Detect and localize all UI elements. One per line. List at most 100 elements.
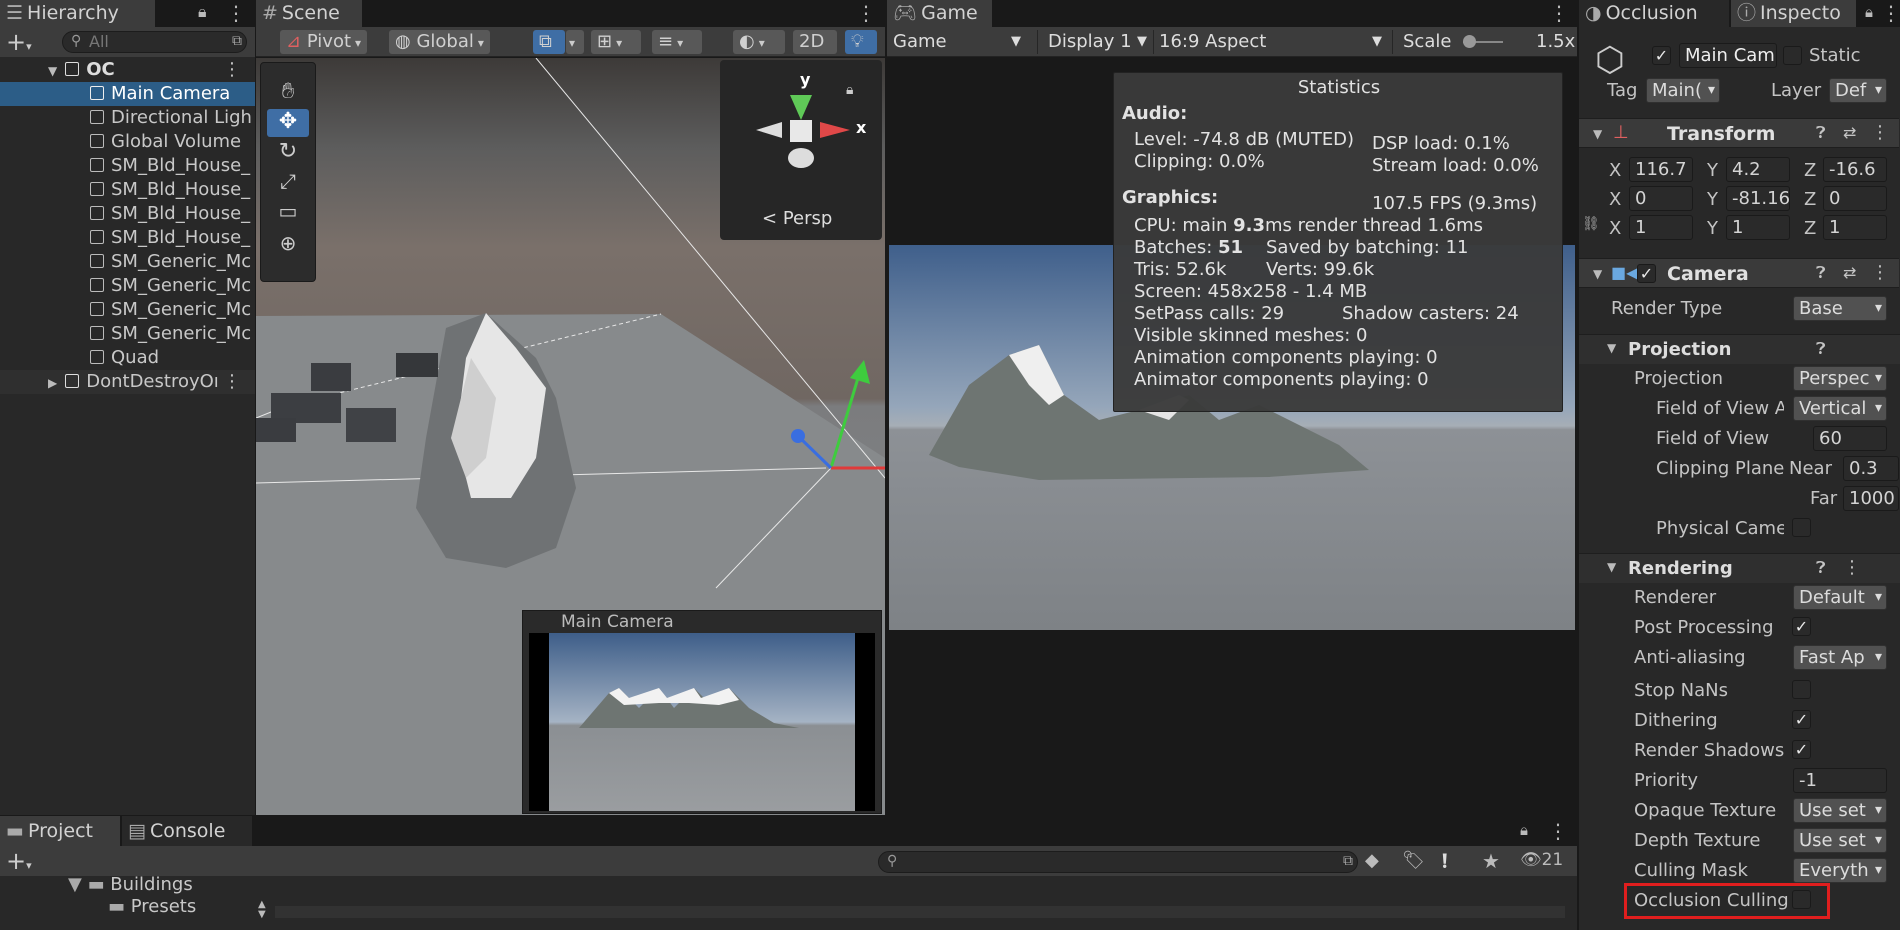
warning-filter-icon[interactable]: ❗︎ (1442, 849, 1447, 873)
shading-dropdown[interactable]: ◐ ▾ (733, 30, 785, 54)
tab-occlusion[interactable]: ◑ Occlusion (1579, 0, 1729, 27)
position-z-field[interactable]: -16.6 (1823, 157, 1887, 182)
collapse-icon[interactable]: ▼ (1607, 560, 1616, 574)
rotation-z-field[interactable]: 0 (1823, 186, 1887, 211)
component-menu-icon[interactable]: ⋮ (1843, 557, 1861, 578)
collapse-icon[interactable]: ▼ (1593, 267, 1602, 281)
aspect-dropdown[interactable]: 16:9 Aspect ▼ (1153, 30, 1386, 54)
search-options-icon[interactable]: ⧉ (1343, 853, 1353, 869)
lighting-toggle[interactable]: 💡︎ (845, 30, 877, 54)
scale-tool-icon[interactable]: ⤢ (267, 169, 309, 197)
transform-tool-icon[interactable]: ⊕ (267, 231, 309, 259)
project-search-input[interactable]: ⚲ ⧉ (878, 851, 1358, 873)
rect-tool-icon[interactable]: ▭ (267, 199, 309, 227)
scale-x-field[interactable]: 1 (1629, 215, 1693, 240)
add-icon[interactable]: +▾ (6, 28, 32, 56)
help-icon[interactable]: ❓︎ (1816, 123, 1826, 143)
scene-viewport[interactable]: ✋︎ ✥ ↻ ⤢ ▭ ⊕ y x 🔒︎ < Persp Main Camera (256, 58, 885, 815)
collapse-icon[interactable]: ▼ (1607, 341, 1616, 355)
hierarchy-item[interactable]: SM_Bld_House_ (0, 178, 255, 202)
scale-z-field[interactable]: 1 (1823, 215, 1887, 240)
move-tool-icon[interactable]: ✥ (267, 109, 309, 137)
scene-menu-icon[interactable]: ⋮ (856, 2, 876, 24)
hierarchy-item[interactable]: SM_Bld_House_ (0, 226, 255, 250)
object-name-field[interactable]: Main Cam (1679, 43, 1777, 68)
opaque-texture-dropdown[interactable]: Use set (1793, 798, 1887, 823)
folder-presets[interactable]: ▬ Presets (108, 896, 196, 917)
presets-icon[interactable]: ⇄ (1843, 263, 1856, 282)
render-mode-dropdown[interactable]: ≡ ▾ (652, 30, 702, 54)
scale-slider-knob[interactable] (1463, 35, 1476, 48)
game-menu-icon[interactable]: ⋮ (1549, 2, 1569, 24)
far-field[interactable]: 1000 (1843, 486, 1899, 511)
static-checkbox[interactable] (1783, 46, 1802, 65)
layer-dropdown[interactable]: Def (1829, 78, 1887, 103)
projection-dropdown[interactable]: Perspec (1793, 366, 1887, 391)
tab-inspector[interactable]: ⓘ Inspecto (1731, 0, 1856, 27)
tab-hierarchy[interactable]: ☰ Hierarchy (0, 0, 155, 27)
rotation-x-field[interactable]: 0 (1629, 186, 1693, 211)
hierarchy-item[interactable]: SM_Generic_Mc (0, 250, 255, 274)
position-y-field[interactable]: 4.2 (1726, 157, 1790, 182)
hierarchy-item[interactable]: Directional Ligh (0, 106, 255, 130)
inspector-lock-icon[interactable]: 🔒︎ (1865, 3, 1873, 21)
lock-icon[interactable]: 🔒︎ (198, 2, 207, 22)
tab-scene[interactable]: # Scene (256, 0, 362, 27)
tab-game[interactable]: 🎮︎ Game (887, 0, 992, 27)
expand-icon[interactable]: ▼ (48, 64, 57, 78)
tab-project[interactable]: ▬ Project (0, 816, 120, 846)
hierarchy-item[interactable]: SM_Generic_Mc (0, 274, 255, 298)
scale-slider[interactable] (1463, 35, 1503, 48)
presets-icon[interactable]: ⇄ (1843, 123, 1856, 142)
hierarchy-search-input[interactable]: ⚲ All ⧉ (62, 31, 247, 53)
object-active-checkbox[interactable]: ✓ (1652, 46, 1671, 65)
rotate-tool-icon[interactable]: ↻ (267, 139, 309, 167)
component-menu-icon[interactable]: ⋮ (1871, 122, 1889, 143)
render-shadows-checkbox[interactable]: ✓ (1792, 740, 1811, 759)
increment-snap-toggle[interactable]: ⊞ ▾ (591, 30, 641, 54)
dithering-checkbox[interactable]: ✓ (1792, 710, 1811, 729)
grid-snap-toggle[interactable]: ⧉ (533, 30, 565, 54)
tab-console[interactable]: ▤ Console (122, 816, 252, 846)
filter-type-icon[interactable]: ◆ (1365, 850, 1379, 871)
hierarchy-item-main-camera[interactable]: Main Camera (0, 82, 255, 106)
hierarchy-item[interactable]: SM_Bld_House_ (0, 154, 255, 178)
persp-label[interactable]: < Persp (762, 208, 832, 229)
game-mode-dropdown[interactable]: Game ▼ (893, 30, 1021, 54)
inspector-menu-icon[interactable]: ⋮ (1881, 2, 1900, 24)
hierarchy-item[interactable]: SM_Generic_Mc (0, 298, 255, 322)
occlusion-culling-checkbox[interactable] (1792, 890, 1811, 909)
project-lock-icon[interactable]: 🔒︎ (1520, 821, 1528, 839)
post-processing-checkbox[interactable]: ✓ (1792, 617, 1811, 636)
hierarchy-item[interactable]: Global Volume (0, 130, 255, 154)
camera-enabled-checkbox[interactable]: ✓ (1637, 264, 1656, 283)
mode-2d-button[interactable]: 2D (793, 30, 837, 54)
priority-field[interactable]: -1 (1793, 768, 1887, 793)
component-menu-icon[interactable]: ⋮ (1871, 262, 1889, 283)
scene-menu-icon[interactable]: ⋮ (223, 58, 241, 82)
anti-aliasing-dropdown[interactable]: Fast Ap (1793, 645, 1887, 670)
favorites-icon[interactable]: ★ (1482, 849, 1500, 873)
hierarchy-menu-icon[interactable]: ⋮ (226, 2, 246, 24)
camera-header[interactable]: ▼ ■◀︎ ✓ Camera ❓︎ ⇄ ⋮ (1579, 258, 1899, 288)
hierarchy-item[interactable]: Quad (0, 346, 255, 370)
help-icon[interactable]: ❓︎ (1816, 263, 1826, 283)
project-menu-icon[interactable]: ⋮ (1548, 820, 1568, 842)
collapse-icon[interactable]: ▼ (1593, 127, 1602, 141)
tag-dropdown[interactable]: Main( (1646, 78, 1720, 103)
renderer-dropdown[interactable]: Default (1793, 585, 1887, 610)
help-icon[interactable]: ❓︎ (1816, 558, 1826, 578)
depth-texture-dropdown[interactable]: Use set (1793, 828, 1887, 853)
pivot-dropdown[interactable]: ⊿ Pivot ▾ (280, 30, 368, 54)
rotation-y-field[interactable]: -81.16 (1726, 186, 1790, 211)
global-dropdown[interactable]: ◍ Global ▾ (389, 30, 490, 54)
dontdestroy-row[interactable]: ▶ DontDestroyOı ⋮ (0, 370, 255, 394)
project-scrollbar[interactable] (275, 906, 1565, 918)
physical-camera-checkbox[interactable] (1792, 518, 1811, 537)
hand-tool-icon[interactable]: ✋︎ (267, 79, 309, 107)
hierarchy-item[interactable]: SM_Bld_House_ (0, 202, 255, 226)
fov-axis-dropdown[interactable]: Vertical (1793, 396, 1887, 421)
expand-icon[interactable]: ▶ (48, 376, 57, 390)
project-add-icon[interactable]: +▾ (6, 847, 32, 875)
render-type-dropdown[interactable]: Base (1793, 296, 1887, 321)
